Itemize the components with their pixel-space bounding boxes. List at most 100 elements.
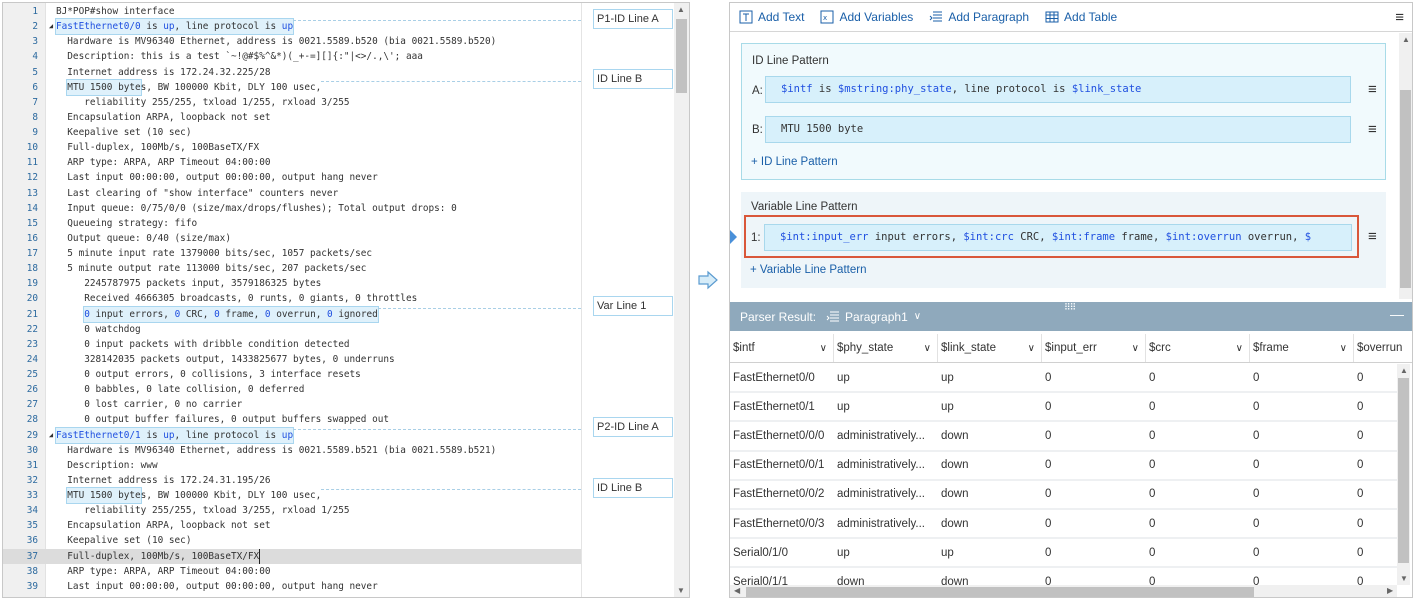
column-header[interactable]: $input_err ∨ — [1042, 334, 1146, 362]
code-line[interactable]: 6 MTU 1500 byte s, BW 100000 Kbit, DLY 10… — [3, 78, 581, 96]
code-line[interactable]: 5 Internet address is 172.24.32.225/28 — [3, 65, 581, 80]
chevron-down-icon[interactable]: ∨ — [924, 343, 931, 354]
code-line[interactable]: 20 Received 4666305 broadcasts, 0 runts,… — [3, 291, 581, 306]
code-line[interactable]: 33 MTU 1500 byte s, BW 100000 Kbit, DLY 1… — [3, 486, 581, 505]
table-vertical-scrollbar[interactable]: ▲ ▼ — [1397, 364, 1410, 585]
scrollbar-thumb[interactable] — [676, 19, 687, 93]
add-id-line-pattern-link[interactable]: + ID Line Pattern — [751, 156, 838, 168]
scroll-up-icon[interactable]: ▲ — [1400, 366, 1408, 375]
pattern-a-menu-icon[interactable]: ≡ — [1368, 82, 1377, 97]
add-variables-button[interactable]: x Add Variables — [820, 10, 913, 24]
chevron-down-icon[interactable]: ∨ — [820, 343, 827, 354]
code-line[interactable]: 25 0 output errors, 0 collisions, 3 inte… — [3, 367, 581, 382]
code-line[interactable]: 26 0 babbles, 0 late collision, 0 deferr… — [3, 382, 581, 397]
code-line[interactable]: 4 Description: this is a test `~!@#$%^&*… — [3, 49, 581, 64]
add-variable-line-pattern-link[interactable]: + Variable Line Pattern — [750, 264, 866, 276]
code-line[interactable]: 30 Hardware is MV96340 Ethernet, address… — [3, 443, 581, 458]
code-line[interactable]: 19 2245787975 packets input, 3579186325 … — [3, 276, 581, 291]
code-line[interactable]: 9 Keepalive set (10 sec) — [3, 125, 581, 140]
annotation-var-line-1[interactable]: Var Line 1 — [593, 296, 673, 316]
variable-pattern-1-menu-icon[interactable]: ≡ — [1368, 229, 1377, 244]
code-line[interactable]: 2 ◢ FastEthernet0/0 is up, line protocol i… — [3, 18, 581, 36]
scroll-left-icon[interactable]: ◀ — [734, 586, 740, 595]
code-line[interactable]: 36 Keepalive set (10 sec) — [3, 533, 581, 548]
collapse-toggle-icon[interactable]: ◢ — [46, 19, 56, 34]
code-line[interactable]: 21 0 input errors, 0 CRC, 0 frame, 0 ove… — [3, 305, 581, 323]
annotation-p2-id-line-a[interactable]: P2-ID Line A — [593, 417, 673, 437]
scroll-down-icon[interactable]: ▼ — [677, 586, 685, 595]
code-line[interactable]: 13 Last clearing of "show interface" cou… — [3, 186, 581, 201]
code-line[interactable]: 17 5 minute input rate 1379000 bits/sec,… — [3, 246, 581, 261]
table-horizontal-scrollbar[interactable]: ◀ ▶ — [730, 585, 1397, 597]
pattern-b-menu-icon[interactable]: ≡ — [1368, 122, 1377, 137]
scrollbar-thumb[interactable] — [1400, 90, 1411, 288]
add-table-button[interactable]: Add Table — [1045, 10, 1117, 24]
code-line[interactable]: 15 Queueing strategy: fifo — [3, 216, 581, 231]
scrollbar-thumb[interactable] — [746, 587, 1254, 597]
code-line[interactable]: 23 0 input packets with dribble conditio… — [3, 337, 581, 352]
scroll-down-icon[interactable]: ▼ — [1400, 574, 1408, 583]
code-line[interactable]: 32 Internet address is 172.24.31.195/26 — [3, 473, 581, 488]
table-row[interactable]: FastEthernet0/0/0 administratively... down… — [730, 422, 1397, 452]
add-text-button[interactable]: Add Text — [739, 10, 804, 24]
highlighted-match[interactable]: MTU 1500 byte — [66, 486, 142, 505]
annotation-id-line-b[interactable]: ID Line B — [593, 69, 673, 89]
pattern-b-input[interactable]: MTU 1500 byte — [765, 116, 1351, 143]
code-line[interactable]: 38 ARP type: ARPA, ARP Timeout 04:00:00 — [3, 564, 581, 579]
column-header[interactable]: $overrun — [1354, 334, 1412, 362]
paragraph-selector[interactable]: Paragraph1 — [845, 310, 908, 324]
annotation-p1-id-line-a[interactable]: P1-ID Line A — [593, 9, 673, 29]
highlighted-match[interactable]: FastEthernet0/1 is up, line protocol is … — [54, 426, 295, 444]
column-header[interactable]: $intf ∨ — [730, 334, 834, 362]
code-line[interactable]: 39 Last input 00:00:00, output 00:00:00,… — [3, 579, 581, 594]
table-row[interactable]: Serial0/1/1 down down 0 0 0 0 — [730, 568, 1397, 585]
editor-scrollbar[interactable]: ▲ ▼ — [674, 3, 689, 597]
menu-icon[interactable]: ≡ — [1395, 10, 1404, 25]
table-row[interactable]: FastEthernet0/1 up up 0 0 0 0 — [730, 393, 1397, 423]
column-header[interactable]: $link_state ∨ — [938, 334, 1042, 362]
collapse-toggle-icon[interactable]: ◢ — [46, 428, 56, 443]
table-row[interactable]: FastEthernet0/0/1 administratively... down… — [730, 452, 1397, 481]
table-row[interactable]: FastEthernet0/0/2 administratively... down… — [730, 481, 1397, 510]
cli-output-editor[interactable]: 1 BJ*POP#show interface 2 ◢ FastEthernet0/0 … — [2, 2, 690, 598]
code-line[interactable]: 8 Encapsulation ARPA, loopback not set — [3, 110, 581, 125]
scroll-right-icon[interactable]: ▶ — [1387, 586, 1393, 595]
code-line[interactable]: 27 0 lost carrier, 0 no carrier — [3, 397, 581, 412]
table-row[interactable]: FastEthernet0/0 up up 0 0 0 0 — [730, 364, 1397, 394]
code-line[interactable]: 1 BJ*POP#show interface — [3, 4, 581, 19]
code-line[interactable]: 35 Encapsulation ARPA, loopback not set — [3, 518, 581, 533]
code-line[interactable]: 11 ARP type: ARPA, ARP Timeout 04:00:00 — [3, 155, 581, 170]
drag-handle-icon[interactable]: ⠿⠿ — [1064, 302, 1076, 313]
code-line[interactable]: 3 Hardware is MV96340 Ethernet, address … — [3, 34, 581, 49]
code-line[interactable]: 7 reliability 255/255, txload 1/255, rxl… — [3, 95, 581, 110]
code-line[interactable]: 28 0 output buffer failures, 0 output bu… — [3, 412, 581, 427]
code-line[interactable]: 14 Input queue: 0/75/0/0 (size/max/drops… — [3, 201, 581, 216]
code-line[interactable]: 29 ◢ FastEthernet0/1 is up, line protocol … — [3, 426, 581, 444]
variable-pattern-1-input[interactable]: $int:input_err input errors, $int:crc CR… — [764, 224, 1352, 251]
code-line[interactable]: 31 Description: www — [3, 458, 581, 473]
chevron-down-icon[interactable]: ∨ — [1236, 343, 1243, 354]
chevron-down-icon[interactable]: ∨ — [914, 311, 921, 322]
annotation-id-line-b-2[interactable]: ID Line B — [593, 478, 673, 498]
scrollbar-thumb[interactable] — [1398, 378, 1409, 563]
pattern-scrollbar[interactable]: ▲ — [1399, 33, 1412, 299]
scroll-up-icon[interactable]: ▲ — [677, 5, 685, 14]
pattern-a-input[interactable]: $intf is $mstring:phy_state, line protoc… — [765, 76, 1351, 103]
chevron-down-icon[interactable]: ∨ — [1340, 343, 1347, 354]
minimize-icon[interactable]: — — [1390, 306, 1404, 322]
code-line[interactable]: 37 Full-duplex, 100Mb/s, 100BaseTX/FX — [3, 548, 581, 564]
table-row[interactable]: FastEthernet0/0/3 administratively... down… — [730, 510, 1397, 540]
table-row[interactable]: Serial0/1/0 up up 0 0 0 0 — [730, 539, 1397, 569]
code-line[interactable]: 22 0 watchdog — [3, 322, 581, 337]
column-header[interactable]: $crc ∨ — [1146, 334, 1250, 362]
code-line[interactable]: 24 328142035 packets output, 1433825677 … — [3, 352, 581, 367]
code-lines[interactable]: 1 BJ*POP#show interface 2 ◢ FastEthernet0/0 … — [3, 4, 581, 594]
add-paragraph-button[interactable]: Add Paragraph — [929, 10, 1029, 24]
code-line[interactable]: 16 Output queue: 0/40 (size/max) — [3, 231, 581, 246]
chevron-down-icon[interactable]: ∨ — [1028, 343, 1035, 354]
code-line[interactable]: 12 Last input 00:00:00, output 00:00:00,… — [3, 170, 581, 185]
code-line[interactable]: 34 reliability 255/255, txload 3/255, rx… — [3, 503, 581, 518]
column-header[interactable]: $frame ∨ — [1250, 334, 1354, 362]
highlighted-match[interactable]: FastEthernet0/0 is up, line protocol is … — [54, 18, 295, 36]
highlighted-match[interactable]: MTU 1500 byte — [66, 78, 142, 96]
